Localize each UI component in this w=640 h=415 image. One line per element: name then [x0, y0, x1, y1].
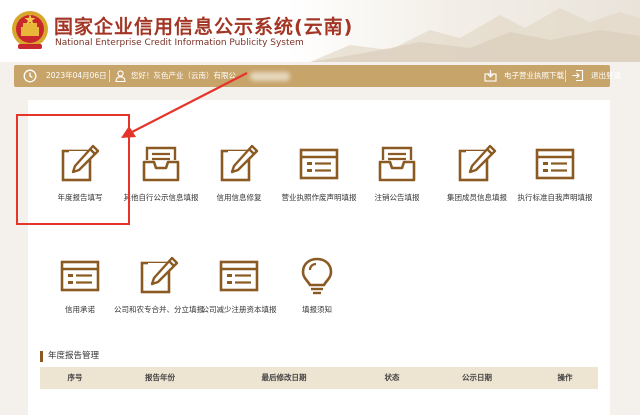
logout-icon[interactable] [571, 69, 584, 82]
current-date: 2023年04月06日 [46, 71, 107, 80]
tile-credit-repair[interactable]: 信用信息修复 [199, 144, 279, 228]
edit-icon [139, 256, 179, 296]
redacted-text [250, 72, 290, 81]
column-header: 序号 [67, 373, 83, 382]
tile-license-void[interactable]: 营业执照作废声明填报 [279, 144, 359, 228]
tile-label: 执行标准自我声明填报 [517, 193, 593, 202]
user-icon [115, 70, 126, 82]
edit-icon [457, 144, 497, 184]
column-header: 报告年份 [145, 373, 175, 382]
tile-merger-split[interactable]: 公司和农专合并、分立填报 [114, 256, 204, 340]
tile-label: 填报须知 [302, 305, 332, 314]
tile-filing-notice[interactable]: 填报须知 [277, 256, 357, 340]
download-icon[interactable] [484, 69, 497, 82]
mountain-background [310, 8, 640, 62]
tile-credit-commitment[interactable]: 信用承诺 [40, 256, 120, 340]
national-emblem-icon [12, 11, 48, 49]
column-header: 最后修改日期 [261, 373, 307, 382]
top-bar: 2023年04月06日 您好！灰色产业（云南）有限公 电子营业执照下载 退出登录 [14, 65, 621, 87]
site-header: 国家企业信用信息公示系统(云南) National Enterprise Cre… [0, 0, 640, 62]
form-list-icon [299, 144, 339, 184]
form-list-icon [219, 256, 259, 296]
inbox-tray-icon [377, 144, 417, 184]
column-header: 操作 [557, 373, 573, 382]
download-license-link[interactable]: 电子营业执照下载 [504, 65, 564, 87]
form-list-icon [60, 256, 100, 296]
divider [565, 70, 566, 82]
user-greeting: 您好！灰色产业（云南）有限公 [131, 71, 236, 80]
form-list-icon [535, 144, 575, 184]
site-subtitle: National Enterprise Credit Information P… [55, 38, 304, 48]
edit-icon [219, 144, 259, 184]
annual-report-section-title: 年度报告管理 [40, 351, 99, 362]
divider [109, 70, 110, 82]
clock-icon [23, 69, 37, 83]
tile-standard-declaration[interactable]: 执行标准自我声明填报 [515, 144, 595, 228]
logout-link[interactable]: 退出登录 [591, 65, 621, 87]
table-divider [40, 388, 598, 389]
tile-capital-reduction[interactable]: 公司减少注册资本填报 [199, 256, 279, 340]
column-header: 公示日期 [462, 373, 492, 382]
tile-deregistration[interactable]: 注销公告填报 [357, 144, 437, 228]
highlight-box [16, 114, 130, 225]
tile-group-members[interactable]: 集团成员信息填报 [437, 144, 517, 228]
lightbulb-icon [297, 256, 337, 296]
column-header: 状态 [384, 373, 400, 382]
tile-other-disclosure[interactable]: 其他自行公示信息填报 [121, 144, 201, 228]
inbox-tray-icon [141, 144, 181, 184]
annual-report-table-header: 序号 报告年份 最后修改日期 状态 公示日期 操作 [40, 367, 598, 388]
site-title: 国家企业信用信息公示系统(云南) [54, 16, 354, 38]
